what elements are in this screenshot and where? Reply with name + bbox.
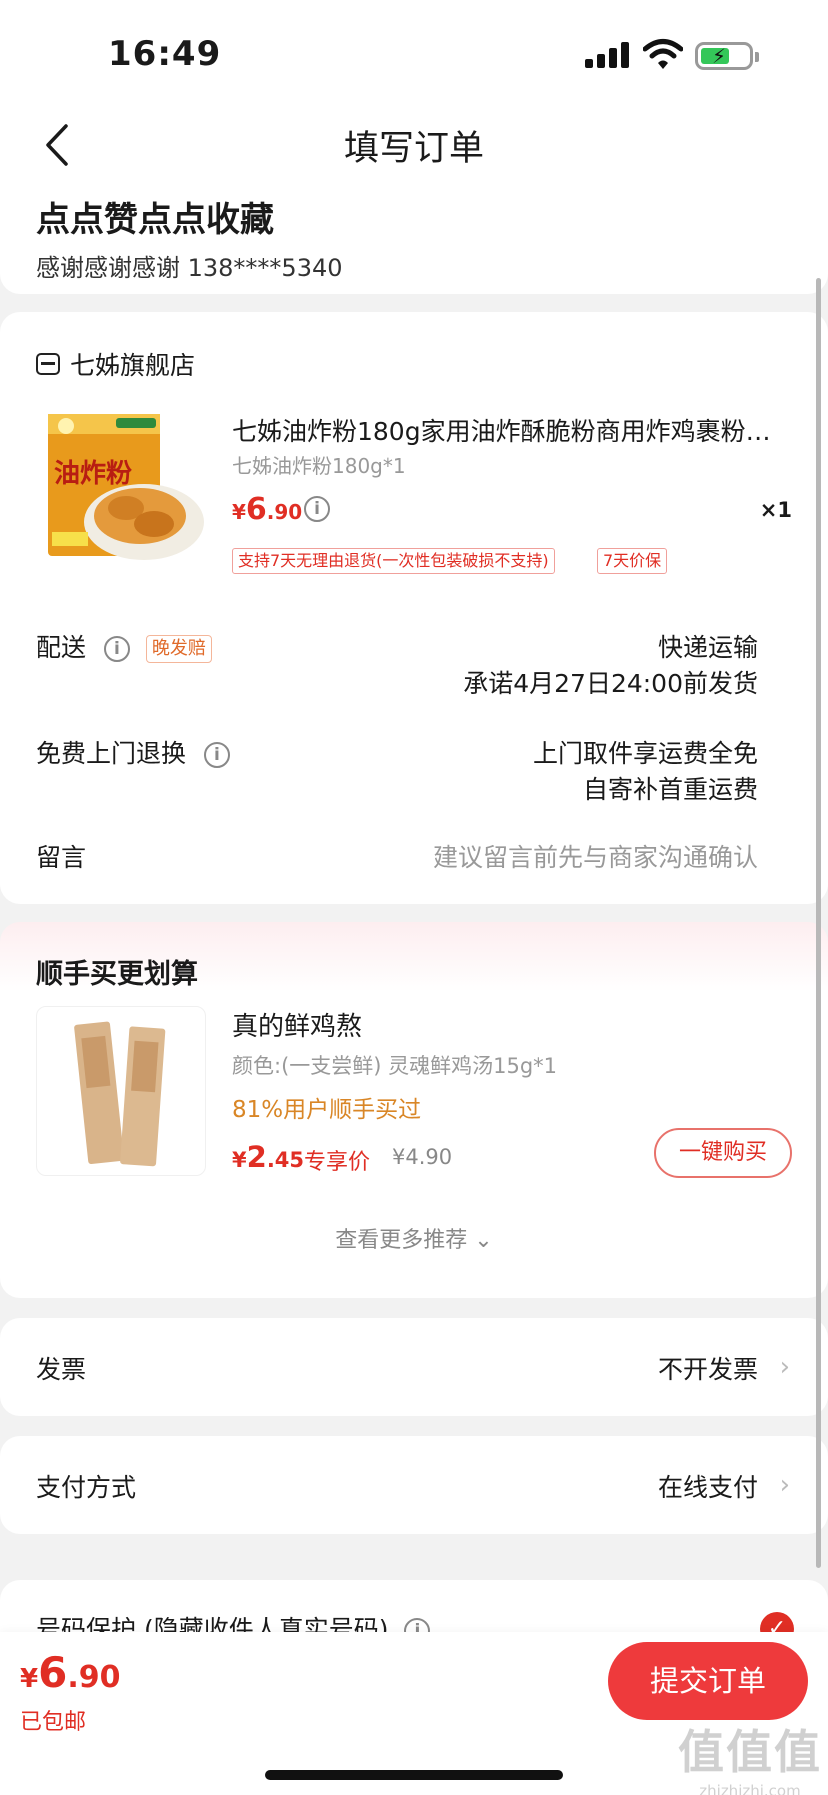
status-bar: 16:49 ⚡ xyxy=(0,0,828,100)
receiver-contact: 感谢感谢感谢 138****5340 xyxy=(36,254,343,282)
invoice-row[interactable]: 发票 不开发票 › xyxy=(0,1318,828,1416)
receiver-name: 点点赞点点收藏 xyxy=(36,200,274,240)
delivery-promise: 承诺4月27日24:00前发货 xyxy=(463,669,758,698)
battery-icon: ⚡ xyxy=(695,42,759,70)
message-label: 留言 xyxy=(36,843,87,872)
recommend-product-image[interactable] xyxy=(36,1006,206,1176)
shop-name: 七姊旗舰店 xyxy=(70,351,196,380)
shop-header[interactable]: 七姊旗舰店 xyxy=(36,346,195,382)
delivery-method: 快递运输 xyxy=(657,633,758,662)
scrollbar[interactable] xyxy=(816,278,821,1568)
return-row: 免费上门退换 i xyxy=(36,734,230,770)
delivery-label: 配送 xyxy=(36,633,87,662)
order-card: 七姊旗舰店 油炸粉 七姊油炸粉180g家用油炸酥脆粉商用炸鸡裹粉烘焙专用 七姊油… xyxy=(0,312,828,904)
return-pickup-text: 上门取件享运费全免 xyxy=(532,739,758,768)
product-spec: 七姊油炸粉180g*1 xyxy=(232,454,406,478)
wifi-icon xyxy=(643,39,683,69)
see-more-recommendations[interactable]: 查看更多推荐 ⌄ xyxy=(0,1222,828,1254)
invoice-label: 发票 xyxy=(36,1355,87,1384)
return-info-icon[interactable]: i xyxy=(203,742,230,768)
product-quantity: ×1 xyxy=(759,498,792,522)
submit-order-button[interactable]: 提交订单 xyxy=(608,1642,808,1720)
original-price: ¥4.90 xyxy=(392,1145,453,1169)
recommendation-card: 顺手买更划算 真的鲜鸡熬 颜色:(一支尝鲜) 灵魂鲜鸡汤15g*1 81%用户顺… xyxy=(0,922,828,1298)
message-input[interactable]: 建议留言前先与商家沟通确认 xyxy=(433,838,758,874)
checkout-bar: ¥6.90 已包邮 提交订单 值值值 zhizhizhi.com xyxy=(0,1632,828,1795)
free-shipping-label: 已包邮 xyxy=(20,1710,87,1735)
home-indicator[interactable] xyxy=(265,1770,563,1780)
payment-row[interactable]: 支付方式 在线支付 › xyxy=(0,1436,828,1534)
return-self-send-text: 自寄补首重运费 xyxy=(582,775,758,804)
price-protect-tag: 7天价保 xyxy=(597,548,668,574)
late-compensation-tag: 晚发赔 xyxy=(145,635,212,663)
exclusive-price-label: 专享价 xyxy=(304,1150,371,1175)
payment-value: 在线支付 xyxy=(657,1473,758,1502)
product-image-label: 油炸粉 xyxy=(54,459,132,489)
product-name[interactable]: 七姊油炸粉180g家用油炸酥脆粉商用炸鸡裹粉烘焙专用 xyxy=(232,412,782,448)
product-image[interactable]: 油炸粉 xyxy=(36,404,206,574)
return-label: 免费上门退换 xyxy=(36,739,187,768)
recommendation-title: 顺手买更划算 xyxy=(36,959,198,990)
address-card[interactable]: 点点赞点点收藏 感谢感谢感谢 138****5340 xyxy=(0,172,828,294)
invoice-value: 不开发票 xyxy=(657,1355,758,1384)
one-click-buy-button[interactable]: 一键购买 xyxy=(654,1128,792,1178)
recommend-price: ¥2.45 xyxy=(232,1140,305,1174)
recommend-bought-rate: 81%用户顺手买过 xyxy=(232,1097,422,1123)
status-time: 16:49 xyxy=(108,34,222,74)
delivery-row: 配送 i 晚发赔 xyxy=(36,628,212,664)
return-policy-tag: 支持7天无理由退货(一次性包装破损不支持) xyxy=(232,548,555,574)
recommend-product-name[interactable]: 真的鲜鸡熬 xyxy=(232,1006,362,1043)
chevron-right-icon: › xyxy=(779,1470,790,1500)
page-title: 填写订单 xyxy=(343,129,484,169)
recommend-product-spec: 颜色:(一支尝鲜) 灵魂鲜鸡汤15g*1 xyxy=(232,1054,558,1078)
price-info-icon[interactable]: i xyxy=(304,496,330,522)
chevron-right-icon: › xyxy=(779,1352,790,1382)
store-icon xyxy=(36,353,60,375)
delivery-info-icon[interactable]: i xyxy=(103,636,130,662)
signal-icon xyxy=(585,42,631,68)
total-price: ¥6.90 xyxy=(20,1648,121,1697)
product-price: ¥6.90 xyxy=(232,492,303,527)
payment-label: 支付方式 xyxy=(36,1473,137,1502)
watermark: 值值值 zhizhizhi.com xyxy=(678,1725,822,1795)
